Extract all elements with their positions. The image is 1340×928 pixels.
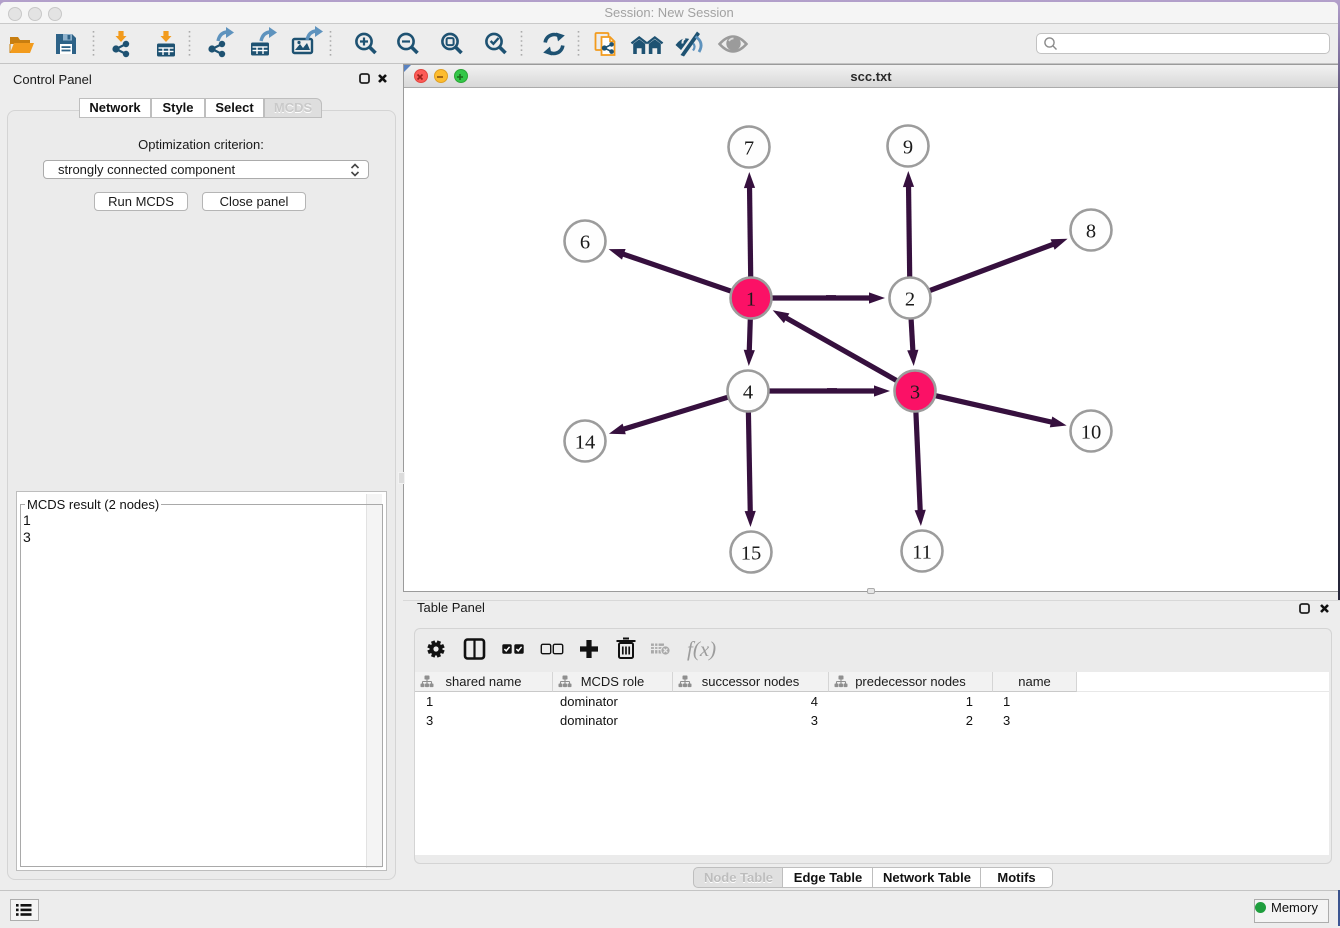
svg-text:3: 3 — [910, 381, 920, 403]
svg-text:1: 1 — [746, 288, 756, 310]
svg-text:2: 2 — [905, 288, 915, 310]
svg-text:4: 4 — [743, 381, 753, 403]
svg-text:6: 6 — [580, 231, 590, 253]
svg-text:7: 7 — [744, 137, 754, 159]
svg-text:14: 14 — [575, 431, 596, 453]
svg-text:15: 15 — [741, 542, 762, 564]
svg-text:f(x): f(x) — [687, 637, 716, 661]
svg-text:10: 10 — [1081, 421, 1102, 443]
svg-text:11: 11 — [912, 541, 932, 563]
svg-text:9: 9 — [903, 136, 913, 158]
svg-text:8: 8 — [1086, 220, 1096, 242]
